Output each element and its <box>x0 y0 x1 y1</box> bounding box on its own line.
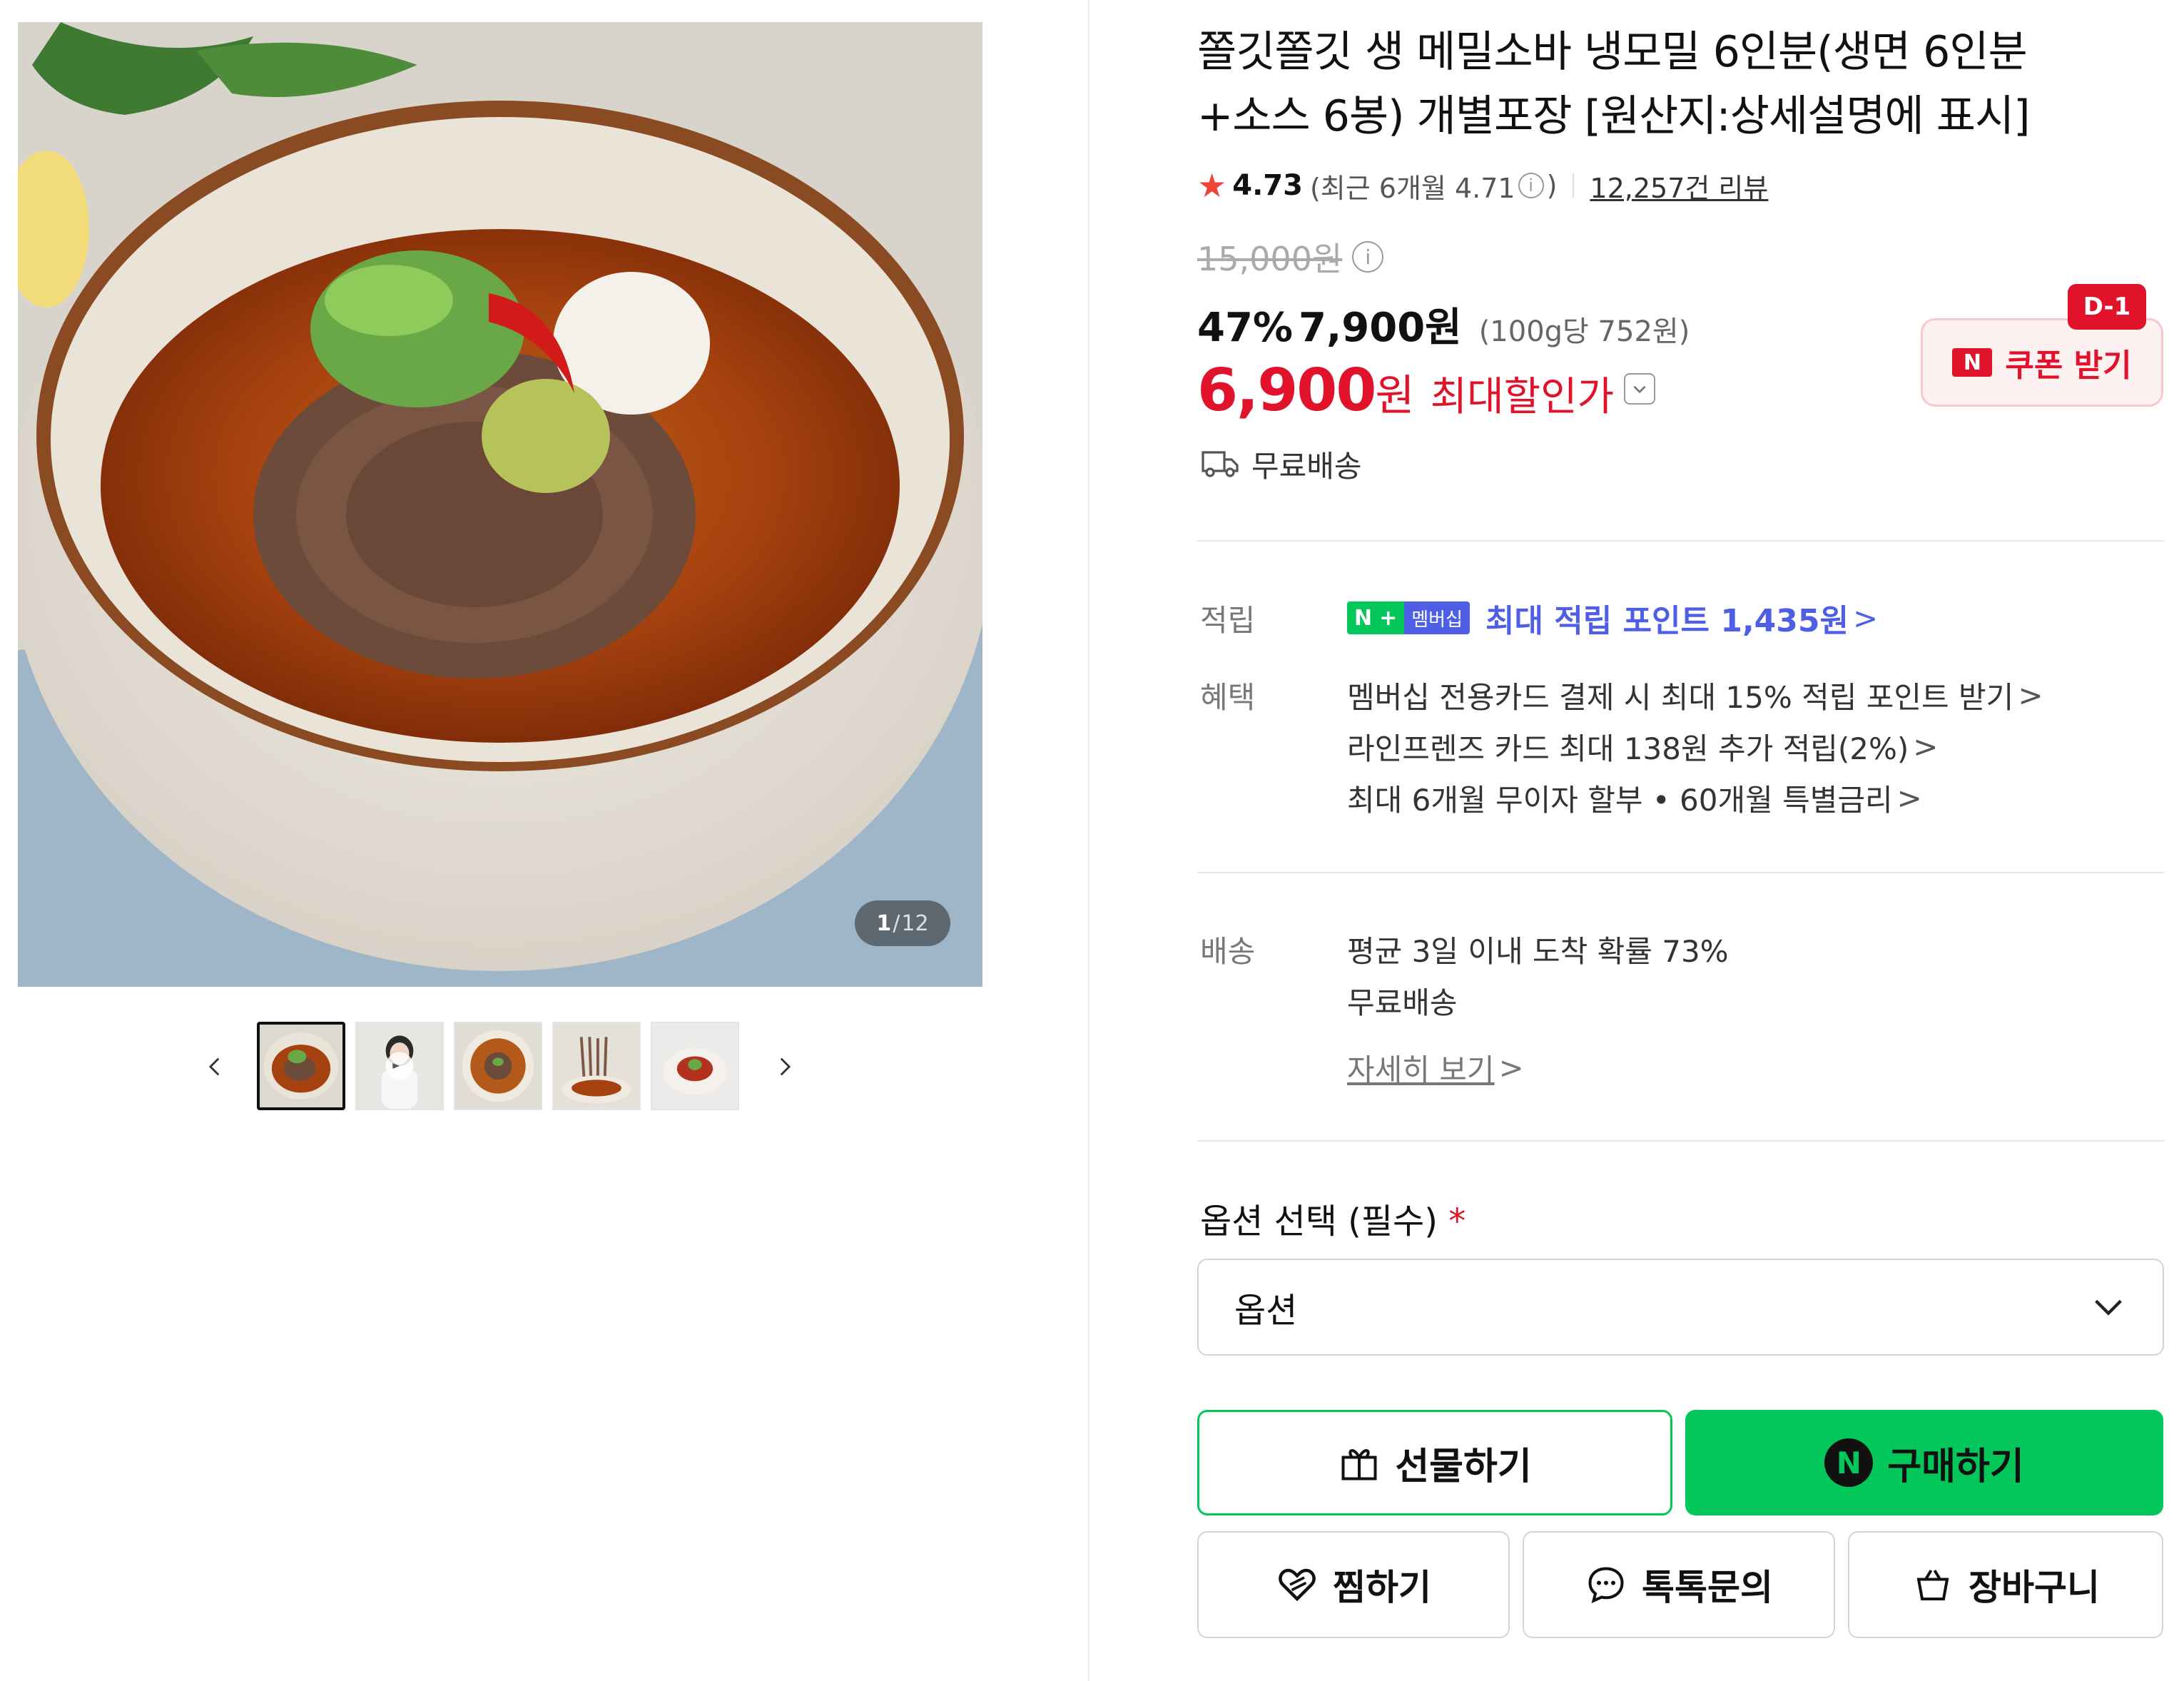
gift-icon <box>1341 1449 1377 1481</box>
chevron-right-icon: > <box>2018 678 2043 713</box>
column-divider <box>1088 0 1090 1681</box>
thumbnail-4[interactable] <box>552 1022 641 1110</box>
talk-label: 톡톡문의 <box>1642 1567 1773 1608</box>
coupon-button[interactable]: N 쿠폰 받기 <box>1921 318 2163 407</box>
review-count-link[interactable]: 12,257건 리뷰 <box>1590 166 1768 205</box>
naver-coupon-icon: N <box>1952 348 1993 377</box>
benefit-item-1[interactable]: 멤버십 전용카드 결제 시 최대 15% 적립 포인트 받기 > <box>1347 674 2043 717</box>
price-info-icon[interactable]: i <box>1352 241 1384 273</box>
image-counter: 1/12 <box>855 900 950 946</box>
option-title: 옵션 선택 (필수) * <box>1200 1193 1466 1243</box>
separator <box>1573 173 1575 198</box>
thumbnail-1[interactable] <box>257 1022 345 1110</box>
dday-badge: D-1 <box>2068 284 2146 330</box>
option-title-text: 옵션 선택 (필수) <box>1200 1202 1438 1241</box>
wishlist-button[interactable]: 찜하기 <box>1197 1531 1510 1638</box>
chevron-right-icon: > <box>1853 600 1879 636</box>
talktalk-button[interactable]: 톡톡문의 <box>1523 1531 1835 1638</box>
detail-link-text: 자세히 보기 <box>1347 1052 1495 1087</box>
chevron-down-icon <box>2095 1299 2122 1316</box>
max-price-currency: 원 <box>1375 371 1415 421</box>
max-discount-row: 6,900 원 최대할인가 <box>1197 357 1656 425</box>
prev-image-button[interactable] <box>198 1049 233 1085</box>
benefit-item-text: 멤버십 전용카드 결제 시 최대 15% 적립 포인트 받기 <box>1347 680 2014 715</box>
gift-button[interactable]: 선물하기 <box>1197 1410 1672 1515</box>
required-mark: * <box>1448 1202 1466 1241</box>
product-title: 쫄깃쫄깃 생 메밀소바 냉모밀 6인분(생면 6인분 +소스 6봉) 개별포장 … <box>1197 27 2031 141</box>
points-label: 적립 <box>1200 603 1256 638</box>
star-icon: ★ <box>1197 166 1227 205</box>
npay-n: N <box>1347 601 1380 634</box>
rating-score: 4.73 <box>1232 169 1303 202</box>
chevron-left-icon <box>208 1057 220 1076</box>
npay-membership-badge: N + 멤버십 <box>1347 601 1471 634</box>
thumbnail-2[interactable] <box>355 1022 444 1110</box>
cart-button[interactable]: 장바구니 <box>1848 1531 2163 1638</box>
divider <box>1197 872 2164 873</box>
thumbnail-5[interactable] <box>651 1022 739 1110</box>
chevron-right-icon <box>780 1057 791 1076</box>
discount-percent: 47% <box>1197 305 1294 351</box>
heart-icon <box>1279 1568 1316 1602</box>
chevron-right-icon: > <box>1913 729 1939 764</box>
divider <box>1197 540 2164 542</box>
truck-icon <box>1202 451 1239 477</box>
max-discount-label: 최대할인가 <box>1430 374 1615 420</box>
chevron-right-icon: > <box>1498 1050 1524 1085</box>
option-select[interactable]: 옵션 <box>1197 1259 2164 1356</box>
wish-label: 찜하기 <box>1333 1567 1431 1608</box>
original-price: 15,000원 i <box>1197 235 1386 278</box>
next-image-button[interactable] <box>766 1049 802 1085</box>
membership-tag: 멤버십 <box>1404 601 1471 634</box>
points-link[interactable]: N + 멤버십 최대 적립 포인트 1,435원 > <box>1347 595 1878 641</box>
benefit-item-text: 라인프렌즈 카드 최대 138원 추가 적립(2%) <box>1347 731 1909 766</box>
thumbnail-strip <box>0 1020 999 1113</box>
chat-bubble-icon <box>1588 1567 1624 1603</box>
expand-chevron-icon[interactable] <box>1624 373 1656 405</box>
original-price-value: 15,000원 <box>1197 240 1343 278</box>
naver-pay-icon: N <box>1824 1438 1874 1487</box>
delivery-free: 무료배송 <box>1347 985 1458 1020</box>
info-icon[interactable]: i <box>1518 173 1544 198</box>
benefit-label: 혜택 <box>1200 680 1256 715</box>
product-main-image[interactable] <box>18 22 982 987</box>
benefit-item-2[interactable]: 라인프렌즈 카드 최대 138원 추가 적립(2%) > <box>1347 725 1938 768</box>
shipping-text: 무료배송 <box>1251 448 1362 484</box>
delivery-label: 배송 <box>1200 934 1256 969</box>
max-points-text: 최대 적립 포인트 1,435원 <box>1485 603 1849 639</box>
npay-plus: + <box>1379 601 1405 634</box>
chevron-right-icon: > <box>1896 781 1922 816</box>
cart-label: 장바구니 <box>1969 1567 2100 1608</box>
shopping-bag-icon <box>1916 1569 1949 1600</box>
divider <box>1197 1140 2164 1142</box>
delivery-probability: 평균 3일 이내 도착 확률 73% <box>1347 934 1729 969</box>
coupon-label: 쿠폰 받기 <box>2005 347 2132 384</box>
max-discount-price: 6,900 <box>1197 357 1376 425</box>
recent-rating: (최근 6개월 4.71 <box>1309 172 1515 204</box>
unit-price: (100g당 752원) <box>1478 315 1690 348</box>
recent-rating-close: ) <box>1546 170 1558 201</box>
thumbnail-3[interactable] <box>454 1022 542 1110</box>
buy-label: 구매하기 <box>1887 1445 2024 1488</box>
rating-row: ★ 4.73 (최근 6개월 4.71 i ) 12,257건 리뷰 <box>1197 164 1768 207</box>
sale-price: 7,900원 <box>1299 305 1462 351</box>
option-select-value: 옵션 <box>1234 1291 1298 1331</box>
delivery-detail-link[interactable]: 자세히 보기 > <box>1347 1046 1524 1090</box>
shipping-row: 무료배송 <box>1200 442 1362 485</box>
benefit-item-text: 최대 6개월 무이자 할부 • 60개월 특별금리 <box>1347 783 1893 818</box>
buy-button[interactable]: N 구매하기 <box>1685 1410 2163 1515</box>
benefit-item-3[interactable]: 최대 6개월 무이자 할부 • 60개월 특별금리 > <box>1347 776 1922 820</box>
gift-label: 선물하기 <box>1395 1445 1532 1488</box>
sale-price-row: 47% 7,900원 (100g당 752원) <box>1197 295 1690 351</box>
